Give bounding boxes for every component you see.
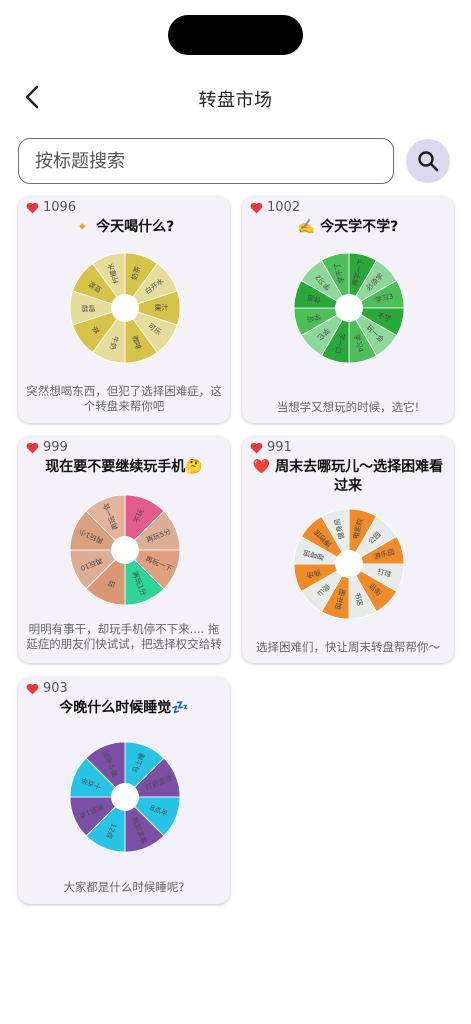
card-title: ✍️ 今天学不学? [297, 219, 399, 235]
wheel-center [111, 536, 139, 564]
wheel-center [111, 783, 139, 811]
card-title: ❤️ 周末去哪玩儿～选择困难看过来 [252, 459, 444, 494]
wheel-preview: 不玩再玩5分再玩一下再玩1分玩再玩10再玩1小再玩一会 [69, 494, 181, 606]
like-count: 903 [26, 681, 68, 696]
card-description: 突然想喝东西，但犯了选择困难症，这个转盘来帮你吧 [26, 384, 222, 413]
card-description: 选择困难们，快让周末转盘帮帮你～ [256, 640, 440, 654]
page-title: 转盘市场 [198, 90, 273, 111]
camera-notch [168, 15, 303, 55]
heart-icon [26, 442, 39, 453]
wheel-card[interactable]: 903 今晚什么时候睡觉💤 马上睡 打把游戏 8点半 熬到凌晨 12点 刷到1点 十点半 看个… [18, 677, 230, 904]
search-button[interactable] [406, 139, 450, 183]
wheel-center [111, 294, 139, 322]
like-count: 1002 [250, 200, 300, 215]
wheel-segment-label: 雪碧 [82, 304, 96, 313]
like-count-value: 1002 [267, 200, 301, 215]
like-count: 991 [250, 440, 292, 455]
wheel-preview: 奶茶白开水果汁可乐咖啡牛奶茶雪碧豆浆柠檬水 [69, 252, 181, 364]
wheel-card[interactable]: 999 现在要不要继续玩手机🤔 不玩 再玩5分 再玩一下 再玩1分玩再玩10 再玩1小再… [18, 436, 230, 663]
heart-icon [250, 442, 263, 453]
like-count: 1096 [26, 200, 76, 215]
card-title: 今晚什么时候睡觉💤 [59, 700, 189, 716]
card-title: 现在要不要继续玩手机🤔 [45, 459, 203, 475]
wheel-card[interactable]: 1002 ✍️ 今天学不学? 再学一下 必须学 学习3 不学 玩一会 学习4 学一口 学它 学吗… [242, 196, 454, 423]
heart-icon [250, 202, 263, 213]
wheel-card[interactable]: 991 ❤️ 周末去哪玩儿～选择困难看过来 电影院 公园 游乐园 打球 逛街 书店 图书馆爬… [242, 436, 454, 663]
card-title: 🔸 今天喝什么? [73, 219, 175, 235]
like-count-value: 903 [43, 681, 68, 696]
heart-icon [26, 683, 39, 694]
wheel-center [335, 294, 363, 322]
card-description: 当想学又想玩的时候，选它! [276, 400, 420, 414]
wheel-segment-label: 果汁 [155, 303, 169, 312]
wheel-preview: 电影院 公园游乐园打球逛街书店图书馆爬山商场咖啡馆博物馆 健身房 [293, 508, 405, 620]
like-count-value: 1096 [43, 200, 77, 215]
wheel-preview: 马上睡打把游戏8点半熬到凌晨12点刷到1点十点半看个电影 [69, 741, 181, 853]
wheel-center [335, 550, 363, 578]
search-icon [418, 151, 439, 172]
card-description: 大家都是什么时候睡呢? [63, 880, 185, 894]
heart-icon [26, 202, 39, 213]
card-description: 明明有事干，却玩手机停不下来.... 拖延症的朋友们快试试，把选择权交给转盘 [26, 622, 222, 651]
like-count: 999 [26, 440, 68, 455]
like-count-value: 999 [43, 440, 68, 455]
search-input[interactable] [18, 138, 394, 184]
like-count-value: 991 [267, 440, 292, 455]
wheel-card[interactable]: 1096 🔸 今天喝什么? 奶茶 白开水 果汁 可乐 咖啡 牛奶茶雪碧 豆浆 柠檬水 突然想喝… [18, 196, 230, 423]
wheel-preview: 再学一下必须学学习3不学玩一会学习4学一口学它学吗休息学习2 学不了 [293, 252, 405, 364]
